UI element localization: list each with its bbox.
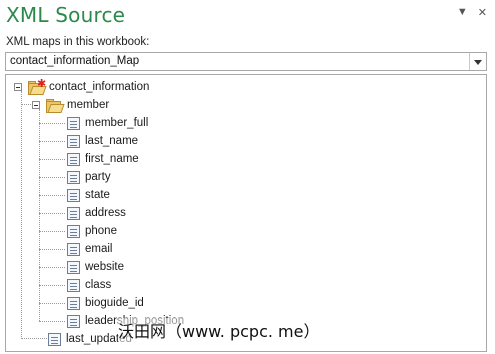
element-icon: [67, 278, 80, 292]
tree-line: [39, 159, 65, 160]
maps-label: XML maps in this workbook:: [6, 36, 150, 48]
tree-node-element[interactable]: address: [67, 204, 126, 222]
tree-line: [21, 338, 49, 339]
folder-root-icon: ✱: [28, 78, 47, 95]
tree-node-label: email: [85, 243, 113, 255]
tree-node-element[interactable]: bioguide_id: [67, 294, 144, 312]
tree-node-element[interactable]: member_full: [67, 114, 148, 132]
element-icon: [67, 170, 80, 184]
tree-node-root[interactable]: ✱ contact_information: [14, 78, 149, 96]
tree-node-label: party: [85, 171, 111, 183]
tree-node-label: contact_information: [49, 81, 150, 93]
tree-line: [39, 231, 65, 232]
chevron-down-icon[interactable]: ▼: [457, 6, 468, 19]
element-icon: [67, 242, 80, 256]
tree-node-element[interactable]: last_name: [67, 132, 138, 150]
tree-node-label: member: [67, 99, 110, 111]
tree-node-label: member_full: [85, 117, 149, 129]
tree-line: [39, 177, 65, 178]
tree-line: [39, 285, 65, 286]
tree-line: [39, 267, 65, 268]
element-icon: [67, 188, 80, 202]
tree-node-member[interactable]: member: [32, 96, 109, 114]
xml-tree[interactable]: ✱ contact_information member member_full…: [5, 74, 487, 352]
element-icon: [67, 296, 80, 310]
tree-node-label: last_name: [85, 135, 139, 147]
tree-node-element[interactable]: class: [67, 276, 111, 294]
tree-line: [39, 321, 65, 322]
xml-source-pane: XML Source ▼ ✕ XML maps in this workbook…: [0, 0, 495, 354]
pane-actions: ▼ ✕: [457, 6, 487, 19]
tree-node-label: first_name: [85, 153, 139, 165]
element-icon: [67, 152, 80, 166]
tree-line: [39, 195, 65, 196]
tree-node-label: class: [85, 279, 112, 291]
element-icon: [67, 224, 80, 238]
element-icon: [67, 206, 80, 220]
tree-line: [21, 104, 31, 105]
tree-line: [39, 213, 65, 214]
element-icon: [67, 314, 80, 328]
xml-map-select[interactable]: contact_information_Map: [5, 52, 487, 71]
element-icon: [67, 260, 80, 274]
tree-node-label: state: [85, 189, 110, 201]
selected-map-value: contact_information_Map: [10, 55, 140, 67]
close-icon[interactable]: ✕: [478, 6, 487, 19]
folder-open-icon: [46, 98, 65, 113]
element-icon: [48, 332, 61, 346]
tree-node-element[interactable]: email: [67, 240, 112, 258]
watermark-text: 沃田网（www. pcpc. me）: [118, 318, 320, 342]
tree-node-label: phone: [85, 225, 117, 237]
tree-node-label: website: [85, 261, 124, 273]
collapse-icon[interactable]: [14, 83, 22, 91]
tree-node-label: address: [85, 207, 126, 219]
tree-line: [39, 249, 65, 250]
tree-node-label: bioguide_id: [85, 297, 144, 309]
pane-title: XML Source: [6, 3, 126, 27]
tree-node-element[interactable]: phone: [67, 222, 117, 240]
tree-node-element[interactable]: website: [67, 258, 124, 276]
collapse-icon[interactable]: [32, 101, 40, 109]
tree-node-element[interactable]: party: [67, 168, 111, 186]
element-icon: [67, 116, 80, 130]
element-icon: [67, 134, 80, 148]
dropdown-arrow-icon[interactable]: [469, 53, 486, 70]
tree-line: [21, 91, 22, 339]
tree-line: [39, 141, 65, 142]
tree-line: [39, 123, 65, 124]
tree-node-element[interactable]: state: [67, 186, 110, 204]
tree-line: [39, 303, 65, 304]
tree-node-element[interactable]: first_name: [67, 150, 139, 168]
